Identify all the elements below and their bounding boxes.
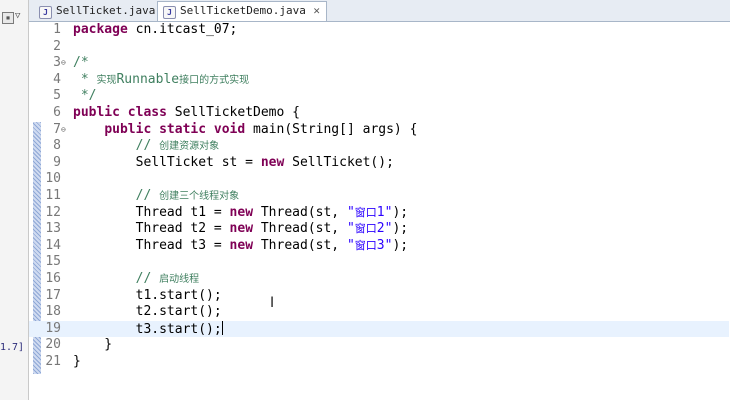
code-line[interactable]: 18 t2.start(); <box>29 304 729 321</box>
line-number: 13 <box>45 221 61 237</box>
line-number: 17 <box>45 287 61 303</box>
code-text: } <box>73 337 113 353</box>
code-line[interactable]: 6 public class SellTicketDemo { <box>29 105 729 122</box>
code-line[interactable]: 10 <box>29 171 729 188</box>
line-number: 11 <box>45 188 61 203</box>
code-line[interactable]: 11 // 创建三个线程对象 <box>29 188 729 205</box>
fold-toggle-icon[interactable]: ⊖ <box>61 125 66 135</box>
caret <box>221 320 223 335</box>
code-text: // 创建资源对象 <box>73 138 220 154</box>
package-icon[interactable]: ▪ <box>2 12 14 24</box>
line-number: 10 <box>45 171 61 187</box>
line-number: 9 <box>53 154 61 170</box>
line-number: 12 <box>45 204 61 220</box>
code-line[interactable]: 17 t1.start(); <box>29 288 729 305</box>
code-text: Thread t2 = new Thread(st, "窗口2"); <box>73 221 409 237</box>
code-text: public class SellTicketDemo { <box>73 105 300 120</box>
code-text: /* <box>73 55 89 71</box>
code-line[interactable]: 3 ⊖ /* <box>29 55 729 72</box>
code-text: t1.start(); <box>73 287 222 303</box>
line-number: 15 <box>45 254 61 270</box>
line-number: 3 <box>53 55 61 71</box>
tab-sellticketdemo[interactable]: J SellTicketDemo.java ✕ <box>157 1 327 21</box>
code-text: Thread t3 = new Thread(st, "窗口3"); <box>73 237 409 253</box>
code-editor[interactable]: 1 package cn.itcast_07; 2 3 ⊖/* 4 * 实现Runnabl… <box>29 22 730 400</box>
line-number: 16 <box>45 271 61 286</box>
code-text: package cn.itcast_07; <box>73 22 238 37</box>
code-text: * 实现Runnable接口的方式实现 <box>73 71 250 87</box>
code-text: // 启动线程 <box>73 271 200 286</box>
text-cursor-icon: I <box>270 295 275 311</box>
code-text: public static void main(String[] args) { <box>104 121 418 137</box>
code-line[interactable]: 8 // 创建资源对象 <box>29 138 729 155</box>
code-line[interactable]: 15 <box>29 254 729 271</box>
close-icon[interactable]: ✕ <box>313 2 320 20</box>
code-line[interactable]: 1 package cn.itcast_07; <box>29 22 729 39</box>
code-line[interactable]: 19 t3.start(); <box>29 320 729 338</box>
code-line[interactable]: 21} <box>29 354 729 371</box>
outline-strip: ▪ ▽ 1.7] <box>0 0 29 400</box>
line-number: 1 <box>53 22 61 37</box>
line-number: 21 <box>45 354 61 369</box>
code-text: t3.start(); <box>73 320 223 337</box>
line-number: 14 <box>45 237 61 253</box>
java-file-icon: J <box>163 6 176 19</box>
tab-sellticket[interactable]: J SellTicket.java <box>34 2 156 20</box>
code-line[interactable]: 16 // 启动线程 <box>29 271 729 288</box>
tab-label: SellTicketDemo.java <box>180 4 306 17</box>
code-line[interactable]: 14 Thread t3 = new Thread(st, "窗口3"); <box>29 238 729 255</box>
code-text: */ <box>73 88 97 104</box>
line-number: 20 <box>45 337 61 353</box>
truncated-label: 1.7] <box>0 342 25 353</box>
code-line[interactable]: 12 Thread t1 = new Thread(st, "窗口1"); <box>29 205 729 222</box>
line-number: 18 <box>45 304 61 320</box>
tab-label: SellTicket.java <box>56 4 156 17</box>
line-number: 5 <box>53 88 61 104</box>
code-line[interactable]: 5 */ <box>29 88 729 105</box>
code-line[interactable]: 20 } <box>29 337 729 354</box>
code-text: } <box>73 354 81 369</box>
code-line[interactable]: 7 ⊖ public static void main(String[] args… <box>29 122 729 139</box>
java-file-icon: J <box>39 6 52 19</box>
code-text: Thread t1 = new Thread(st, "窗口1"); <box>73 204 409 220</box>
line-number: 19 <box>45 320 61 336</box>
code-text: SellTicket st = new SellTicket(); <box>73 154 394 170</box>
line-number: 8 <box>53 138 61 154</box>
editor-tab-bar: J SellTicket.java J SellTicketDemo.java … <box>29 0 730 22</box>
code-line[interactable]: 2 <box>29 39 729 56</box>
code-text: // 创建三个线程对象 <box>73 188 240 203</box>
code-line[interactable]: 9 SellTicket st = new SellTicket(); <box>29 155 729 172</box>
line-number: 4 <box>53 71 61 87</box>
chevron-down-icon[interactable]: ▽ <box>15 11 20 21</box>
line-number: 2 <box>53 38 61 54</box>
fold-toggle-icon[interactable]: ⊖ <box>61 58 66 68</box>
code-line[interactable]: 4 * 实现Runnable接口的方式实现 <box>29 72 729 89</box>
line-number: 7 <box>53 121 61 137</box>
code-text: t2.start(); <box>73 304 222 320</box>
line-number: 6 <box>53 105 61 120</box>
code-line[interactable]: 13 Thread t2 = new Thread(st, "窗口2"); <box>29 221 729 238</box>
